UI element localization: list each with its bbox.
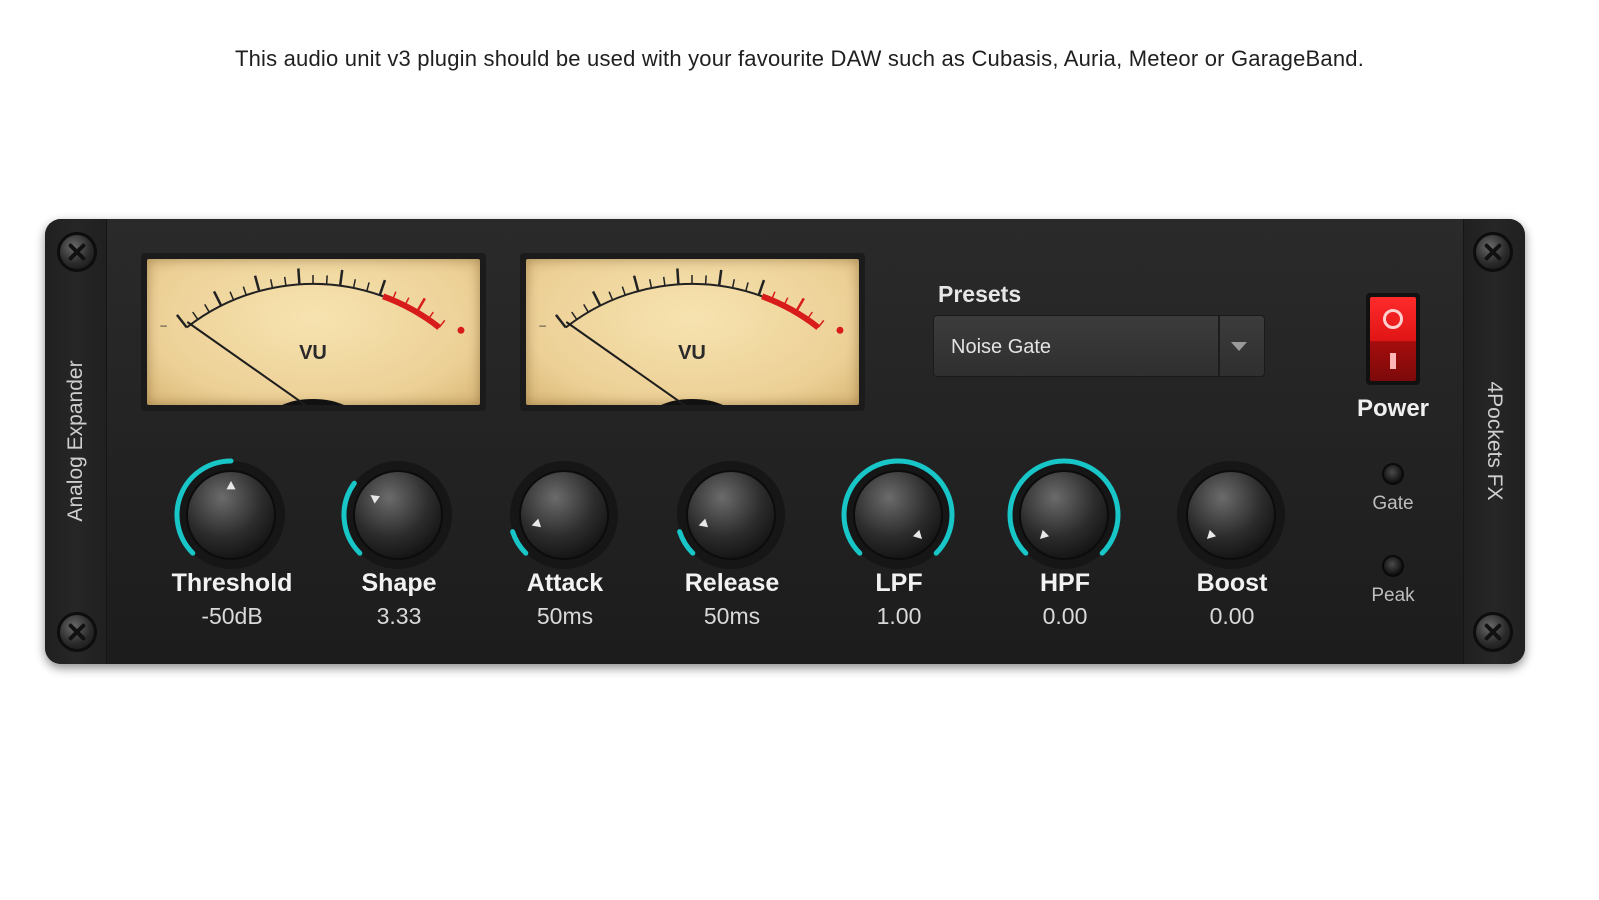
screw-icon: [57, 232, 97, 272]
brand-label: 4Pockets FX: [1483, 381, 1506, 501]
threshold-label: Threshold: [171, 569, 293, 597]
lpf-label: LPF: [875, 569, 923, 597]
boost-value: 0.00: [1209, 603, 1255, 629]
lpf-value: 1.00: [876, 603, 922, 629]
preset-dropdown[interactable]: Noise Gate: [933, 315, 1265, 377]
attack-knob[interactable]: [502, 453, 626, 577]
svg-text:VU: VU: [299, 342, 327, 364]
hpf-label: HPF: [1040, 569, 1090, 597]
peak-led-icon: [1382, 555, 1404, 577]
threshold-knob[interactable]: [169, 453, 293, 577]
plugin-name-label: Analog Expander: [64, 360, 87, 522]
lpf-knob[interactable]: [836, 453, 960, 577]
attack-label: Attack: [526, 569, 604, 597]
release-label: Release: [684, 569, 780, 597]
release-knob[interactable]: [669, 453, 793, 577]
peak-led-label: Peak: [1371, 585, 1415, 606]
vu-meter-right: – VU: [520, 253, 865, 411]
gate-led-label: Gate: [1372, 493, 1414, 514]
screw-icon: [1473, 612, 1513, 652]
description-caption: This audio unit v3 plugin should be used…: [234, 46, 1365, 71]
svg-text:–: –: [160, 318, 167, 332]
power-on-symbol-icon: [1383, 309, 1403, 329]
chevron-down-icon[interactable]: [1222, 316, 1256, 376]
boost-knob[interactable]: [1169, 453, 1293, 577]
attack-value: 50ms: [536, 603, 594, 629]
power-off-symbol-icon: [1390, 353, 1396, 369]
vu-meter-left: – VU: [141, 253, 486, 411]
screw-icon: [1473, 232, 1513, 272]
preset-selected-value: Noise Gate: [951, 336, 1052, 358]
shape-label: Shape: [361, 569, 437, 597]
dropdown-divider: [1218, 316, 1220, 376]
power-label: Power: [1356, 395, 1430, 422]
hpf-knob[interactable]: [1002, 453, 1126, 577]
gate-led-icon: [1382, 463, 1404, 485]
release-value: 50ms: [703, 603, 761, 629]
power-rocker[interactable]: [1370, 297, 1416, 381]
presets-label: Presets: [938, 281, 1022, 307]
plugin-panel: Analog Expander 4Pockets FX – VU – VU Pres…: [45, 219, 1525, 664]
svg-text:VU: VU: [678, 342, 706, 364]
svg-text:–: –: [539, 318, 546, 332]
screw-icon: [57, 612, 97, 652]
hpf-value: 0.00: [1042, 603, 1088, 629]
power-switch[interactable]: [1366, 293, 1420, 385]
threshold-value: -50dB: [201, 603, 263, 629]
shape-knob[interactable]: [336, 453, 460, 577]
boost-label: Boost: [1196, 569, 1268, 597]
shape-value: 3.33: [376, 603, 422, 629]
